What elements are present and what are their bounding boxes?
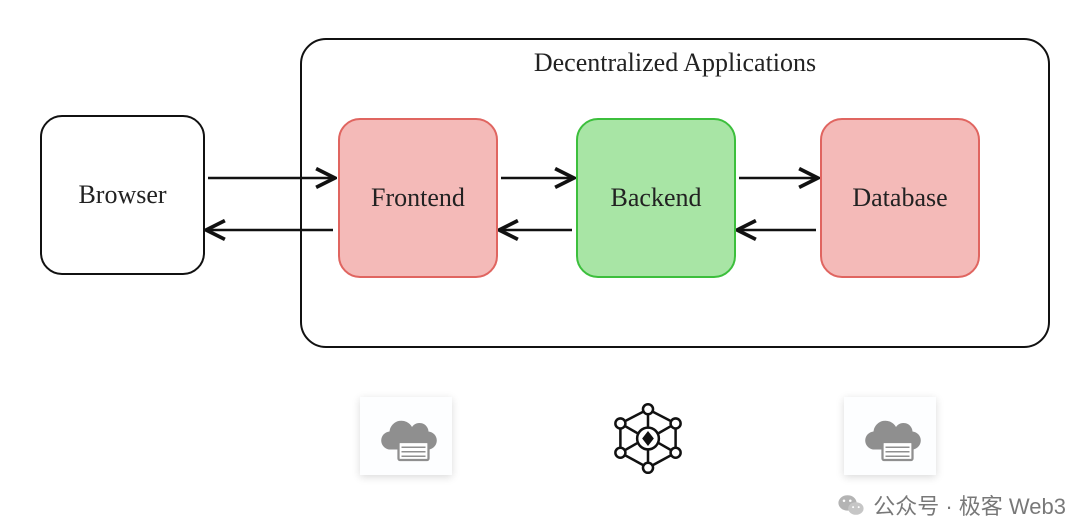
wechat-icon: [837, 491, 865, 519]
container-title: Decentralized Applications: [302, 48, 1048, 78]
node-database: Database: [820, 118, 980, 278]
diagram-canvas: Browser Decentralized Applications Front…: [0, 0, 1080, 531]
host-icon-row: [300, 386, 1080, 486]
node-database-label: Database: [852, 183, 947, 213]
node-frontend: Frontend: [338, 118, 498, 278]
blockchain-network-icon: [602, 397, 694, 475]
node-backend-label: Backend: [611, 183, 702, 213]
cloud-server-icon: [844, 397, 936, 475]
cloud-server-icon: [360, 397, 452, 475]
node-frontend-label: Frontend: [371, 183, 465, 213]
node-browser-label: Browser: [78, 180, 166, 210]
node-browser: Browser: [40, 115, 205, 275]
watermark-label: 公众号 · 极客 Web3: [873, 489, 1066, 521]
node-backend: Backend: [576, 118, 736, 278]
watermark: 公众号 · 极客 Web3: [837, 489, 1066, 521]
